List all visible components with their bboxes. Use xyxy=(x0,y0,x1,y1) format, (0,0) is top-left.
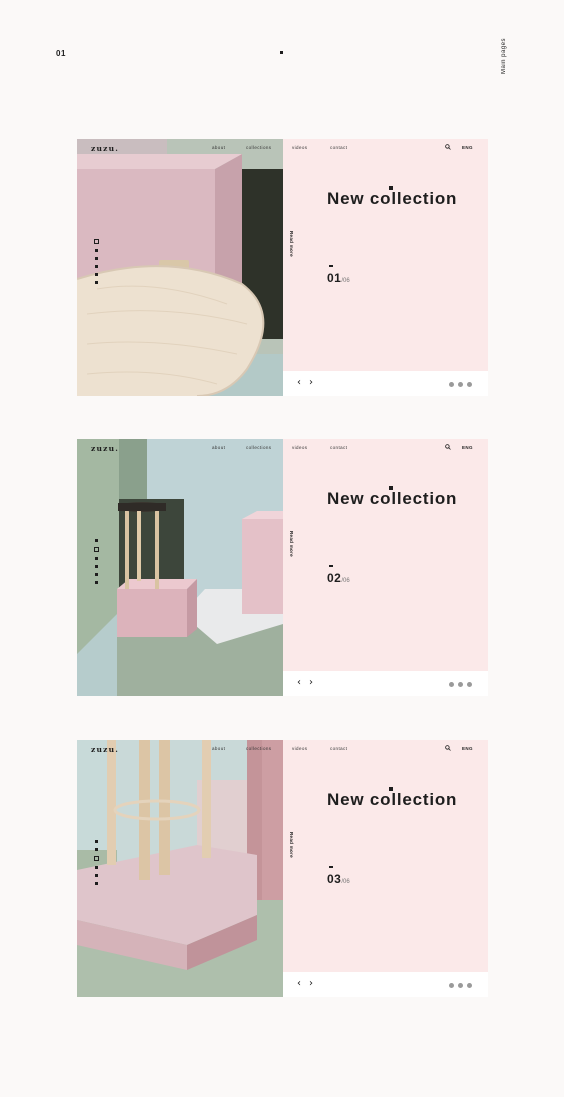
slide-dot[interactable] xyxy=(94,848,98,851)
read-more-link[interactable]: Read more xyxy=(289,231,294,257)
mockup-card-1: zuzu. about collections videos contact E… xyxy=(77,139,488,396)
slide-dot[interactable] xyxy=(94,882,98,885)
content-panel-3: videos contact ENG Read more New collect… xyxy=(283,740,488,972)
site-logo[interactable]: zuzu. xyxy=(91,144,119,153)
pager-dot[interactable] xyxy=(449,382,454,387)
slide-counter: 01/06 xyxy=(327,269,350,287)
scene-1-illustration xyxy=(77,139,283,396)
content-panel-1: videos contact ENG Read more New collect… xyxy=(283,139,488,371)
site-logo[interactable]: zuzu. xyxy=(91,444,119,453)
control-strip-1: ‹ › xyxy=(283,371,488,396)
pager-dot[interactable] xyxy=(467,983,472,988)
slide-dot-active[interactable] xyxy=(93,856,99,861)
pager-dot[interactable] xyxy=(467,682,472,687)
nav-videos[interactable]: videos xyxy=(292,746,307,751)
search-icon[interactable] xyxy=(445,144,451,150)
slide-dot-active[interactable] xyxy=(93,239,99,244)
hero-title: New collection xyxy=(327,189,458,208)
scene-2-illustration xyxy=(77,439,283,696)
slide-dot[interactable] xyxy=(94,257,98,260)
prev-arrow-icon[interactable]: ‹ xyxy=(297,678,301,688)
slide-counter-total: /06 xyxy=(341,879,350,885)
slide-indicator xyxy=(93,239,99,289)
language-switch[interactable]: ENG xyxy=(462,746,473,751)
slide-indicator xyxy=(93,539,99,589)
page-number: 01 xyxy=(56,49,66,58)
pager-dot[interactable] xyxy=(467,382,472,387)
nav-videos[interactable]: videos xyxy=(292,145,307,150)
slide-dot[interactable] xyxy=(94,273,98,276)
nav-contact[interactable]: contact xyxy=(330,746,347,751)
next-arrow-icon[interactable]: › xyxy=(309,678,313,688)
search-icon[interactable] xyxy=(445,745,451,751)
language-switch[interactable]: ENG xyxy=(462,445,473,450)
read-more-link[interactable]: Read more xyxy=(289,832,294,858)
control-strip-3: ‹ › xyxy=(283,972,488,997)
nav-about[interactable]: about xyxy=(212,746,225,751)
nav-contact[interactable]: contact xyxy=(330,445,347,450)
prev-arrow-icon[interactable]: ‹ xyxy=(297,378,301,388)
pager-dot[interactable] xyxy=(458,983,463,988)
nav-videos[interactable]: videos xyxy=(292,445,307,450)
search-icon[interactable] xyxy=(445,444,451,450)
slide-counter-total: /06 xyxy=(341,278,350,284)
control-strip-2: ‹ › xyxy=(283,671,488,696)
slide-dot[interactable] xyxy=(94,281,98,284)
nav-collections[interactable]: collections xyxy=(246,145,271,150)
hero-title: New collection xyxy=(327,790,458,809)
pager-dot[interactable] xyxy=(458,382,463,387)
photo-panel-1: zuzu. about collections xyxy=(77,139,283,396)
photo-panel-3: zuzu. about collections xyxy=(77,740,283,997)
slide-dot[interactable] xyxy=(94,840,98,843)
slide-counter-current: 03 xyxy=(327,872,342,886)
mockup-card-3: zuzu. about collections videos contact E… xyxy=(77,740,488,997)
side-label: Main pages xyxy=(501,38,507,75)
counter-accent xyxy=(329,866,333,868)
pager-dot[interactable] xyxy=(458,682,463,687)
slide-dot[interactable] xyxy=(94,265,98,268)
slide-dot[interactable] xyxy=(94,557,98,560)
slide-counter-current: 01 xyxy=(327,271,342,285)
next-arrow-icon[interactable]: › xyxy=(309,378,313,388)
pager-dot[interactable] xyxy=(449,682,454,687)
next-arrow-icon[interactable]: › xyxy=(309,979,313,989)
scene-3-illustration xyxy=(77,740,283,997)
slide-dot[interactable] xyxy=(94,581,98,584)
mockup-card-2: zuzu. about collections videos contact E… xyxy=(77,439,488,696)
hero-title: New collection xyxy=(327,489,458,508)
slide-dot[interactable] xyxy=(94,565,98,568)
prev-arrow-icon[interactable]: ‹ xyxy=(297,979,301,989)
read-more-link[interactable]: Read more xyxy=(289,531,294,557)
slide-dot[interactable] xyxy=(94,249,98,252)
content-panel-2: videos contact ENG Read more New collect… xyxy=(283,439,488,671)
nav-contact[interactable]: contact xyxy=(330,145,347,150)
nav-collections[interactable]: collections xyxy=(246,445,271,450)
slide-counter: 03/06 xyxy=(327,870,350,888)
slide-dot[interactable] xyxy=(94,874,98,877)
photo-panel-2: zuzu. about collections xyxy=(77,439,283,696)
slide-indicator xyxy=(93,840,99,890)
counter-accent xyxy=(329,265,333,267)
slide-dot[interactable] xyxy=(94,539,98,542)
slide-counter-current: 02 xyxy=(327,571,342,585)
slide-counter: 02/06 xyxy=(327,569,350,587)
counter-accent xyxy=(329,565,333,567)
nav-about[interactable]: about xyxy=(212,145,225,150)
nav-about[interactable]: about xyxy=(212,445,225,450)
pager-dot[interactable] xyxy=(449,983,454,988)
top-dot-marker xyxy=(280,51,283,54)
site-logo[interactable]: zuzu. xyxy=(91,745,119,754)
language-switch[interactable]: ENG xyxy=(462,145,473,150)
slide-counter-total: /06 xyxy=(341,578,350,584)
slide-dot[interactable] xyxy=(94,573,98,576)
slide-dot-active[interactable] xyxy=(93,547,99,552)
nav-collections[interactable]: collections xyxy=(246,746,271,751)
slide-dot[interactable] xyxy=(94,866,98,869)
